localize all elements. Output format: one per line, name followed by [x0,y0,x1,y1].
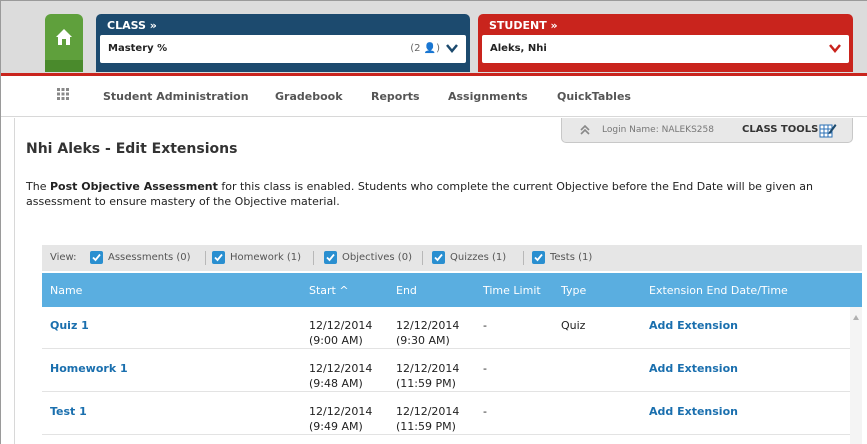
home-icon [56,29,72,45]
checkmark-icon [214,253,223,262]
column-header-start[interactable]: Start ^ [309,284,349,297]
filter-separator [205,251,206,265]
student-select-value: Aleks, Nhi [490,43,547,54]
filter-quizzes-label[interactable]: Quizzes (1) [450,252,506,263]
notice-text-start: The [26,180,50,193]
content-divider [14,118,15,444]
table-body: Quiz 1 12/12/2014 (9:00 AM) 12/12/2014 (9:… [42,307,862,444]
student-select[interactable]: Aleks, Nhi [482,35,849,63]
start-date: 12/12/2014 [309,319,373,332]
assignment-name-link[interactable]: Homework 1 [50,362,128,375]
add-extension-link[interactable]: Add Extension [649,405,738,418]
table-header: Name Start ^ End Time Limit Type Extensi… [42,273,862,307]
start-time: (9:48 AM) [309,377,363,390]
filter-quizzes-checkbox[interactable] [432,251,445,264]
start-cell: 12/12/2014 (9:00 AM) [309,318,372,348]
filter-separator [313,251,314,265]
checkmark-icon [326,253,335,262]
page-title: Nhi Aleks - Edit Extensions [26,141,238,157]
filter-tests-label[interactable]: Tests (1) [550,252,592,263]
student-panel: STUDENT » Aleks, Nhi [478,14,853,72]
filter-objectives-checkbox[interactable] [324,251,337,264]
chevron-down-icon[interactable] [829,44,841,53]
table-row: Homework 1 12/12/2014 (9:48 AM) 12/12/201… [42,350,850,392]
type-cell: Quiz [561,319,586,332]
class-select[interactable]: Mastery % (2 👤) [100,35,466,63]
time-limit-cell: - [483,405,487,418]
assignment-name-link[interactable]: Quiz 1 [50,319,89,332]
column-header-time-limit[interactable]: Time Limit [483,284,541,297]
collapse-up-icon[interactable] [580,125,590,135]
checkmark-icon [534,253,543,262]
class-panel: CLASS » Mastery % (2 👤) [96,14,470,72]
nav-assignments[interactable]: Assignments [448,90,528,103]
nav-student-administration[interactable]: Student Administration [103,90,249,103]
main-nav: Student Administration Gradebook Reports… [1,73,867,117]
start-date: 12/12/2014 [309,362,373,375]
table-row: Quiz 1 12/12/2014 (9:00 AM) 12/12/2014 (9:… [42,307,850,349]
filter-separator [422,251,423,265]
end-cell: 12/12/2014 (11:59 PM) [396,361,459,391]
nav-quicktables[interactable]: QuickTables [557,90,631,103]
checkmark-icon [434,253,443,262]
end-date: 12/12/2014 [396,405,460,418]
class-student-count: (2 👤) [410,43,440,54]
start-cell: 12/12/2014 (9:48 AM) [309,361,372,391]
start-date: 12/12/2014 [309,405,373,418]
filter-objectives-label[interactable]: Objectives (0) [342,252,412,263]
end-cell: 12/12/2014 (11:59 PM) [396,404,459,434]
assessment-notice: The Post Objective Assessment for this c… [26,179,856,209]
column-header-name[interactable]: Name [50,284,82,297]
filter-tests-checkbox[interactable] [532,251,545,264]
nav-reports[interactable]: Reports [371,90,420,103]
notice-bold-term: Post Objective Assessment [49,180,218,193]
apps-grid-icon[interactable] [57,88,69,100]
filter-separator [523,251,524,265]
login-name: Login Name: NALEKS258 [602,125,714,135]
start-cell: 12/12/2014 (9:49 AM) [309,404,372,434]
class-panel-title[interactable]: CLASS » [107,19,157,32]
end-time: (9:30 AM) [396,334,450,347]
class-select-value: Mastery % [108,43,168,54]
filter-assessments-label[interactable]: Assessments (0) [108,252,191,263]
vertical-scrollbar[interactable] [850,307,862,444]
end-date: 12/12/2014 [396,362,460,375]
home-underline [45,60,83,72]
view-label: View: [50,252,77,263]
end-date: 12/12/2014 [396,319,460,332]
add-extension-link[interactable]: Add Extension [649,319,738,332]
end-time: (11:59 PM) [396,420,456,433]
scroll-up-arrow-icon[interactable] [853,315,859,320]
filter-homework-label[interactable]: Homework (1) [230,252,301,263]
time-limit-cell: - [483,362,487,375]
nav-gradebook[interactable]: Gradebook [275,90,343,103]
class-tools-icon[interactable] [819,122,837,138]
assignment-name-link[interactable]: Test 1 [50,405,87,418]
filter-homework-checkbox[interactable] [212,251,225,264]
column-header-end[interactable]: End [396,284,417,297]
start-time: (9:00 AM) [309,334,363,347]
table-row: Test 1 12/12/2014 (9:49 AM) 12/12/2014 (11… [42,393,850,435]
end-cell: 12/12/2014 (9:30 AM) [396,318,459,348]
filter-assessments-checkbox[interactable] [90,251,103,264]
end-time: (11:59 PM) [396,377,456,390]
student-panel-title[interactable]: STUDENT » [489,19,558,32]
checkmark-icon [92,253,101,262]
column-header-extension[interactable]: Extension End Date/Time [649,284,788,297]
start-time: (9:49 AM) [309,420,363,433]
view-filter-bar: View: Assessments (0) Homework (1) Objec… [42,245,862,271]
time-limit-cell: - [483,319,487,332]
add-extension-link[interactable]: Add Extension [649,362,738,375]
column-header-type[interactable]: Type [561,284,586,297]
class-tools-bar: Login Name: NALEKS258 CLASS TOOLS [561,118,853,143]
chevron-down-icon[interactable] [446,44,458,53]
class-tools-button[interactable]: CLASS TOOLS [742,124,818,135]
